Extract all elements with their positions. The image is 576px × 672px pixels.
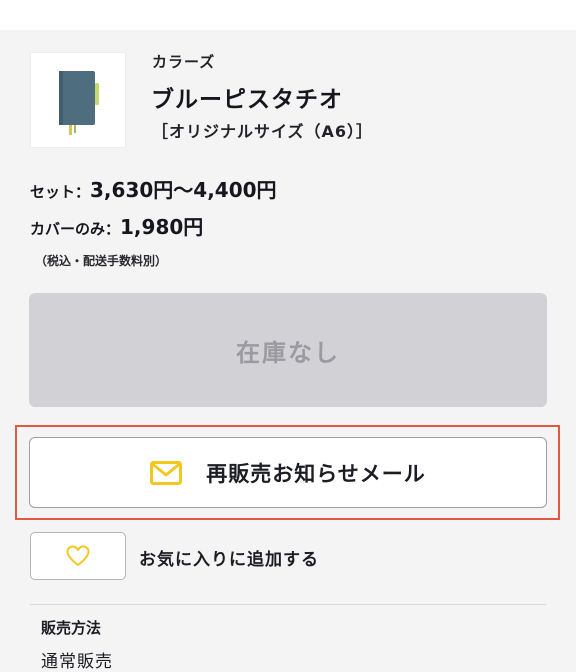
set-price-value: 3,630円〜4,400円 bbox=[90, 178, 277, 202]
favorite-button[interactable] bbox=[30, 532, 126, 580]
sold-out-button: 在庫なし bbox=[29, 293, 547, 407]
cover-price-row: カバーのみ：1,980円 bbox=[30, 211, 203, 240]
product-title: ブルーピスタチオ bbox=[151, 87, 343, 113]
tax-note: （税込・配送手数料別） bbox=[35, 254, 168, 268]
brand-name[interactable]: カラーズ bbox=[152, 51, 215, 72]
cover-price-value: 1,980円 bbox=[120, 215, 204, 239]
sales-method-value: 通常販売 bbox=[41, 652, 113, 672]
restock-notification-button[interactable]: 再販売お知らせメール bbox=[29, 437, 547, 508]
favorite-label: お気に入りに追加する bbox=[139, 550, 319, 570]
cover-price-label: カバーのみ： bbox=[30, 220, 121, 238]
heart-icon bbox=[66, 545, 90, 566]
product-size: ［オリジナルサイズ（A6）］ bbox=[152, 122, 374, 141]
restock-notification-label: 再販売お知らせメール bbox=[206, 461, 426, 486]
divider bbox=[30, 604, 546, 605]
top-bar bbox=[0, 0, 576, 30]
set-price-label: セット： bbox=[30, 183, 91, 201]
sales-method-title: 販売方法 bbox=[41, 619, 102, 637]
notebook-cover-image bbox=[59, 71, 99, 135]
set-price-row: セット：3,630円〜4,400円 bbox=[30, 174, 277, 203]
mail-icon bbox=[150, 460, 183, 485]
product-image[interactable] bbox=[30, 52, 126, 148]
